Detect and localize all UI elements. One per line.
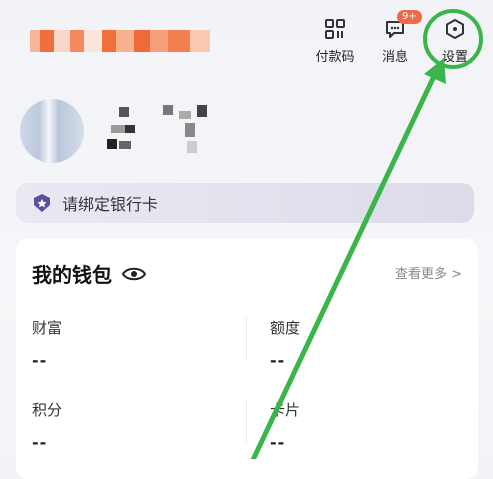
points-label: 积分 [32, 401, 63, 419]
bind-bank-card-bar[interactable]: 请绑定银行卡 [16, 183, 474, 223]
wealth-label: 财富 [32, 319, 63, 337]
wallet-item-points[interactable]: 积分 -- [32, 399, 62, 452]
pay-code-label: 付款码 [315, 50, 355, 65]
divider [246, 399, 247, 443]
settings-button[interactable]: 设置 [433, 16, 477, 65]
wallet-card: 我的钱包 查看更多 > 财富 -- 额度 -- 积分 -- 卡片 -- [16, 239, 478, 479]
avatar[interactable] [20, 99, 84, 163]
header-actions: 付款码 9+ 消息 设置 [313, 10, 477, 65]
settings-label: 设置 [441, 50, 468, 65]
limit-value: -- [270, 351, 286, 370]
view-more-link[interactable]: 查看更多 > [395, 263, 462, 282]
limit-label: 额度 [270, 319, 301, 337]
wallet-item-limit[interactable]: 额度 -- [270, 317, 300, 370]
messages-label: 消息 [381, 50, 408, 65]
blurred-account-info [105, 105, 225, 160]
divider [246, 317, 247, 361]
wallet-item-wealth[interactable]: 财富 -- [32, 317, 62, 370]
points-value: -- [32, 433, 48, 452]
message-count-badge: 9+ [397, 10, 422, 24]
cards-value: -- [270, 433, 286, 452]
wallet-item-cards[interactable]: 卡片 -- [270, 399, 300, 452]
pay-code-button[interactable]: 付款码 [313, 16, 357, 65]
messages-button[interactable]: 9+ 消息 [373, 10, 422, 65]
eye-icon[interactable] [122, 266, 146, 282]
wallet-header: 我的钱包 [32, 259, 146, 288]
bind-bank-card-label: 请绑定银行卡 [62, 195, 159, 214]
qr-grid-icon [322, 16, 348, 42]
hexagon-settings-icon [442, 16, 468, 42]
wealth-value: -- [32, 351, 48, 370]
bank-shield-icon [34, 194, 50, 212]
cards-label: 卡片 [270, 401, 301, 419]
blurred-username [30, 30, 210, 52]
wallet-title: 我的钱包 [32, 263, 112, 287]
